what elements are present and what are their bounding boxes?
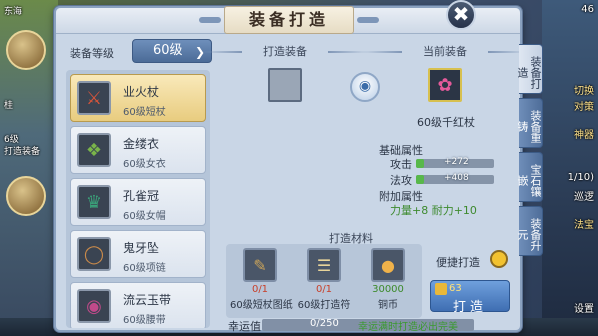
tab-label: 装备升元 xyxy=(516,217,542,251)
item-type: 60级项链 xyxy=(123,263,166,274)
level-dropdown[interactable]: 60级 ❯ xyxy=(132,39,212,63)
list-item[interactable]: ◯ 鬼牙坠 60级项链 xyxy=(70,230,206,278)
eye-icon: ◉ xyxy=(358,78,372,94)
item-type: 60级女帽 xyxy=(123,211,166,222)
tab-upgrade[interactable]: 装备升元 xyxy=(516,206,543,256)
level-value: 60级 xyxy=(153,43,183,58)
material-name: 60级打造符 xyxy=(297,300,351,311)
window-title: 装备打造 xyxy=(199,6,379,34)
tab-reforge[interactable]: 装备重铸 xyxy=(516,98,543,148)
attr-bar-magic: +408 xyxy=(416,173,494,184)
material-item[interactable]: ● 30000 铜币 xyxy=(358,248,418,311)
item-name: 金缕衣 xyxy=(123,137,160,151)
make-button-label: 打造 xyxy=(452,300,487,315)
attr-value-magic: +408 xyxy=(444,173,469,183)
tab-label: 装备重铸 xyxy=(516,109,542,143)
attr-bar-fill xyxy=(416,159,424,168)
luck-bar: 0/250 幸运满时打造必出完美 xyxy=(262,318,474,333)
currency-icon xyxy=(435,283,447,295)
material-name: 60级短杖图纸 xyxy=(230,300,293,311)
item-type: 60级女衣 xyxy=(123,159,166,170)
right-text-5: 1/10) xyxy=(567,172,594,183)
make-button[interactable]: 63 打造 xyxy=(430,280,510,315)
right-text-4[interactable]: 神器 xyxy=(574,126,594,141)
list-item[interactable]: ◉ 流云玉带 60级腰带 xyxy=(70,282,206,328)
right-text-8[interactable]: 设置 xyxy=(574,300,594,315)
crown-icon: ♛ xyxy=(77,185,111,219)
material-count: 0/1 xyxy=(315,284,333,295)
left-chip-2: 桂 xyxy=(4,101,14,111)
item-name: 孔雀冠 xyxy=(123,189,160,203)
quick-make-label: 便捷打造 xyxy=(436,256,480,269)
current-header: 当前装备 xyxy=(362,44,528,60)
current-header-text: 当前装备 xyxy=(423,45,467,58)
right-text-3[interactable]: 对策 xyxy=(574,98,594,113)
left-action-button-2[interactable] xyxy=(6,176,46,216)
item-name: 流云玉带 xyxy=(123,293,172,307)
list-item[interactable]: ♛ 孔雀冠 60级女帽 xyxy=(70,178,206,226)
item-name: 业火杖 xyxy=(123,85,160,99)
divider xyxy=(362,51,402,53)
belt-icon: ◉ xyxy=(77,289,111,323)
luck-hint: 幸运满时打造必出完美 xyxy=(358,322,458,333)
close-icon: ✖ xyxy=(452,2,470,26)
blueprint-icon: ✎ xyxy=(243,248,277,282)
coins-icon: ● xyxy=(371,248,405,282)
luck-label: 幸运值 xyxy=(228,320,261,333)
attr-bar-fill xyxy=(416,175,424,184)
item-name: 鬼牙坠 xyxy=(123,241,160,255)
tab-label: 装备打造 xyxy=(516,55,542,89)
make-cost: 63 xyxy=(449,283,462,294)
robe-icon: ❖ xyxy=(77,133,111,167)
item-type: 60级腰带 xyxy=(123,315,166,326)
list-item[interactable]: ⚔ 业火杖 60级短杖 xyxy=(70,74,206,122)
material-item[interactable]: ☰ 0/1 60级打造符 xyxy=(294,248,354,311)
make-slot[interactable] xyxy=(268,68,302,102)
preview-eye-button[interactable]: ◉ xyxy=(350,72,380,102)
quick-make-toggle[interactable] xyxy=(490,250,508,268)
talisman-icon: ☰ xyxy=(307,248,341,282)
close-button[interactable]: ✖ xyxy=(446,0,476,30)
bonus-attributes: 力量+8 耐力+10 xyxy=(390,204,477,217)
item-type: 60级短杖 xyxy=(123,107,166,118)
tab-label: 宝石镶嵌 xyxy=(516,163,542,197)
attr-label-magic: 法攻 xyxy=(390,174,412,187)
left-chip-4: 打造装备 xyxy=(4,147,41,157)
material-count: 0/1 xyxy=(251,284,269,295)
divider xyxy=(202,51,242,53)
make-header-text: 打造装备 xyxy=(263,45,307,58)
material-count: 30000 xyxy=(372,284,404,295)
right-text-7[interactable]: 法宝 xyxy=(574,216,594,231)
right-text-2[interactable]: 切换 xyxy=(574,82,594,97)
tab-gem-inlay[interactable]: 宝石镶嵌 xyxy=(516,152,543,202)
map-name: 东海 xyxy=(4,7,23,17)
level-label: 装备等级 xyxy=(70,47,114,60)
material-item[interactable]: ✎ 0/1 60级短杖图纸 xyxy=(230,248,293,311)
equipment-list[interactable]: ⚔ 业火杖 60级短杖 ❖ 金缕衣 60级女衣 ♛ 孔雀冠 60级女帽 ◯ 鬼牙… xyxy=(66,70,210,328)
game-background-right: 46 切换 对策 神器 1/10) 巡逻 法宝 设置 xyxy=(542,0,598,336)
forge-panel: 装备打造 装备等级 60级 ❯ ⚔ 业火杖 60级短杖 ❖ 金缕衣 60级女衣 … xyxy=(54,6,528,333)
red-staff-icon: ✿ xyxy=(437,74,453,96)
right-text-6[interactable]: 巡逻 xyxy=(574,188,594,203)
materials-panel: ✎ 0/1 60级短杖图纸 ☰ 0/1 60级打造符 ● 30000 铜币 xyxy=(226,244,422,318)
current-equipment-slot[interactable]: ✿ xyxy=(428,68,462,102)
game-background-left: 东海 桂 6级 打造装备 回 xyxy=(0,0,58,336)
left-action-button-1[interactable] xyxy=(6,30,46,70)
list-item[interactable]: ❖ 金缕衣 60级女衣 xyxy=(70,126,206,174)
staff-icon: ⚔ xyxy=(77,81,111,115)
luck-value: 0/250 xyxy=(310,318,339,329)
attr-label-attack: 攻击 xyxy=(390,158,412,171)
attr-value-attack: +272 xyxy=(444,157,469,167)
attr-bar-attack: +272 xyxy=(416,157,494,168)
material-name: 铜币 xyxy=(378,300,398,311)
current-equipment-name: 60级千红杖 xyxy=(417,116,475,129)
right-text-1: 46 xyxy=(581,4,594,15)
necklace-icon: ◯ xyxy=(77,237,111,271)
tab-forge[interactable]: 装备打造 xyxy=(516,44,543,94)
make-header: 打造装备 xyxy=(202,44,368,60)
